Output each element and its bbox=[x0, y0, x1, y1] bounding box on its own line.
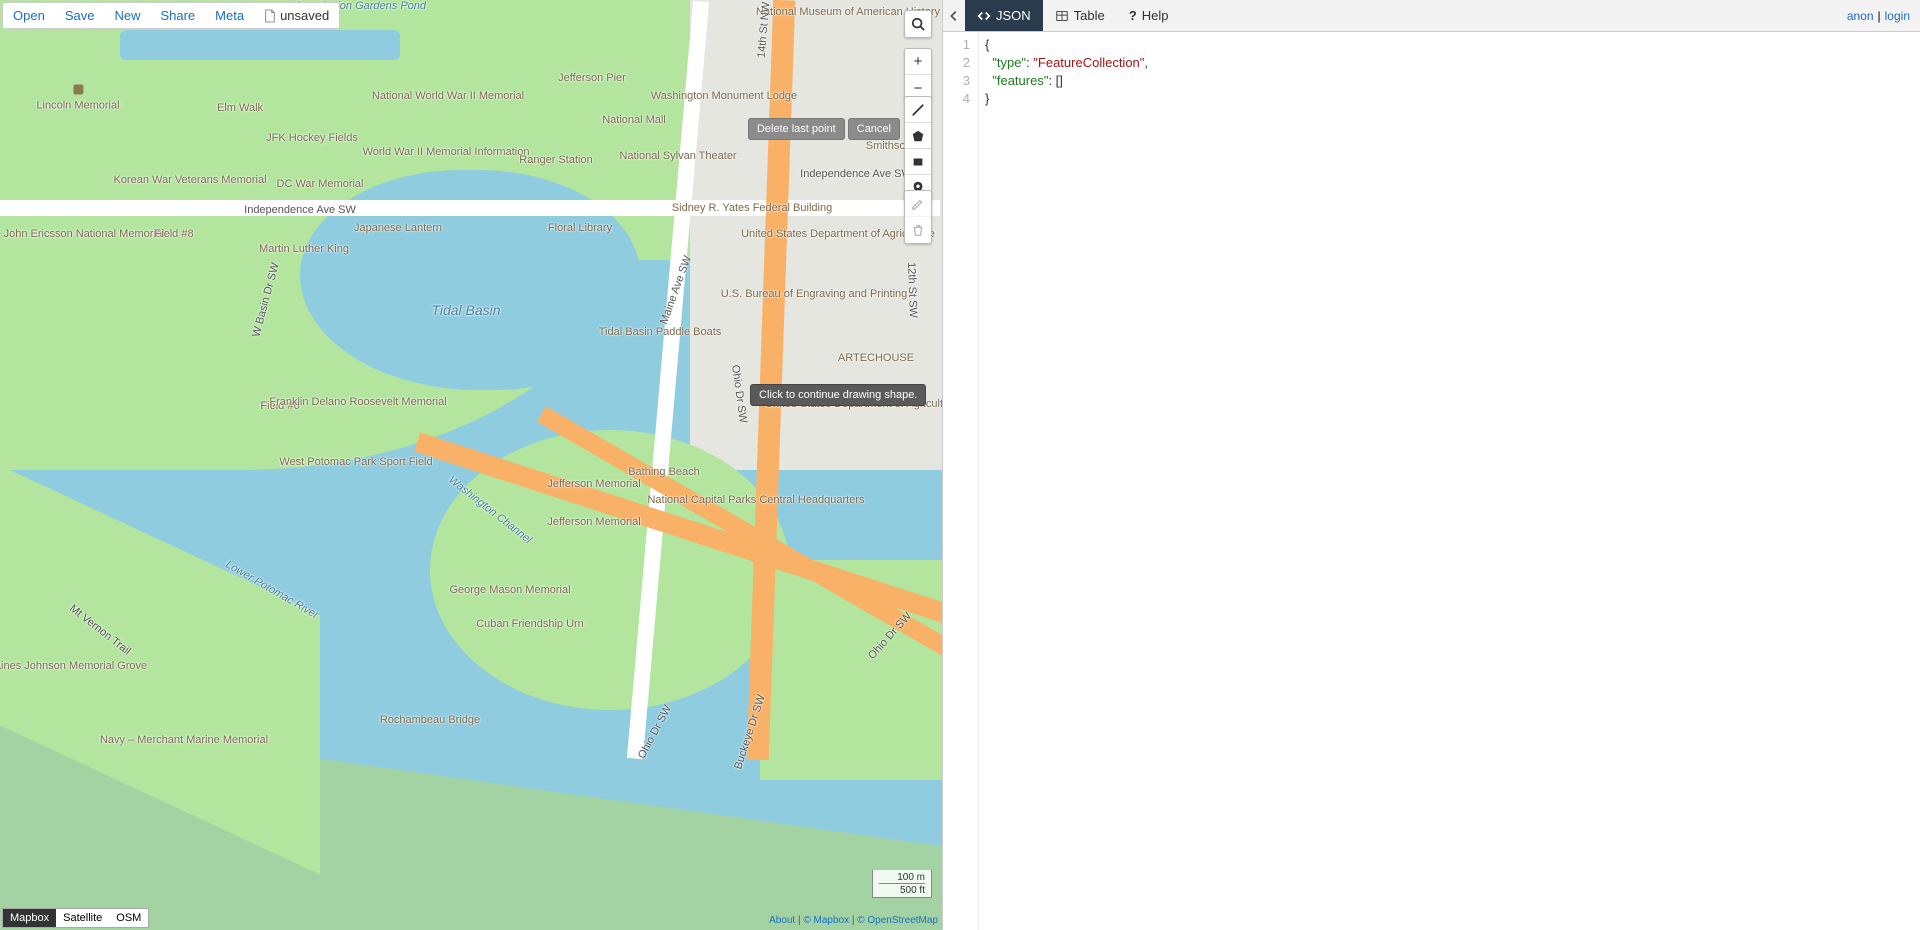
auth-area: anon | login bbox=[1837, 0, 1920, 31]
attrib-mapbox[interactable]: © Mapbox bbox=[803, 915, 849, 926]
tab-json[interactable]: JSON bbox=[965, 0, 1043, 31]
draw-line-button[interactable] bbox=[905, 97, 931, 123]
tab-help[interactable]: ? Help bbox=[1117, 0, 1181, 31]
baselayer-switch: Mapbox Satellite OSM bbox=[2, 908, 149, 928]
rectangle-icon bbox=[911, 155, 925, 169]
code-icon bbox=[977, 9, 991, 23]
menu-save[interactable]: Save bbox=[55, 3, 105, 28]
editor-content[interactable]: { "type": "FeatureCollection", "features… bbox=[979, 32, 1154, 930]
menu-filename: unsaved bbox=[254, 3, 339, 28]
menu-open[interactable]: Open bbox=[3, 3, 55, 28]
menu-new[interactable]: New bbox=[104, 3, 150, 28]
search-button[interactable] bbox=[905, 11, 931, 37]
search-icon bbox=[911, 17, 925, 31]
trash-icon bbox=[911, 223, 925, 237]
scale-imperial: 500 ft bbox=[879, 883, 925, 896]
draw-polygon-button[interactable] bbox=[905, 123, 931, 149]
auth-login[interactable]: login bbox=[1885, 9, 1910, 23]
draw-rectangle-button[interactable] bbox=[905, 149, 931, 175]
attrib-about[interactable]: About bbox=[769, 915, 795, 926]
code-editor[interactable]: 1 2 3 4 { "type": "FeatureCollection", "… bbox=[943, 32, 1920, 930]
baselayer-satellite[interactable]: Satellite bbox=[56, 909, 109, 927]
chevron-left-icon bbox=[947, 9, 961, 23]
edit-icon bbox=[911, 197, 925, 211]
editor-gutter: 1 2 3 4 bbox=[943, 32, 979, 930]
polygon-icon bbox=[911, 129, 925, 143]
baselayer-mapbox[interactable]: Mapbox bbox=[3, 909, 56, 927]
scale-control: 100 m 500 ft bbox=[872, 870, 932, 898]
delete-last-point-button[interactable]: Delete last point bbox=[748, 118, 845, 140]
menu-share[interactable]: Share bbox=[150, 3, 205, 28]
collapse-pane-button[interactable] bbox=[943, 0, 965, 31]
help-icon: ? bbox=[1129, 8, 1137, 23]
tab-table[interactable]: Table bbox=[1043, 0, 1117, 31]
draw-action-bar: Delete last point Cancel bbox=[748, 118, 900, 140]
file-icon bbox=[264, 9, 276, 23]
scale-metric: 100 m bbox=[879, 871, 925, 883]
line-icon bbox=[911, 103, 925, 117]
attrib-osm[interactable]: © OpenStreetMap bbox=[857, 915, 938, 926]
edit-layers-button[interactable] bbox=[905, 191, 931, 217]
delete-layers-button[interactable] bbox=[905, 217, 931, 243]
draw-tooltip: Click to continue drawing shape. bbox=[750, 384, 926, 406]
baselayer-osm[interactable]: OSM bbox=[109, 909, 148, 927]
attribution: About | © Mapbox | © OpenStreetMap bbox=[769, 915, 938, 926]
right-tabs: JSON Table ? Help anon | login bbox=[943, 0, 1920, 32]
menu-meta[interactable]: Meta bbox=[205, 3, 254, 28]
auth-anon[interactable]: anon bbox=[1847, 9, 1874, 23]
zoom-in-button[interactable]: + bbox=[905, 49, 931, 75]
map-pane[interactable]: Lincoln Memorial Elm Walk JFK Hockey Fie… bbox=[0, 0, 942, 930]
right-pane: JSON Table ? Help anon | login 1 2 3 bbox=[942, 0, 1920, 930]
auth-sep: | bbox=[1878, 9, 1881, 23]
top-menu: Open Save New Share Meta unsaved bbox=[2, 2, 340, 29]
table-icon bbox=[1055, 9, 1069, 23]
cancel-draw-button[interactable]: Cancel bbox=[848, 118, 900, 140]
